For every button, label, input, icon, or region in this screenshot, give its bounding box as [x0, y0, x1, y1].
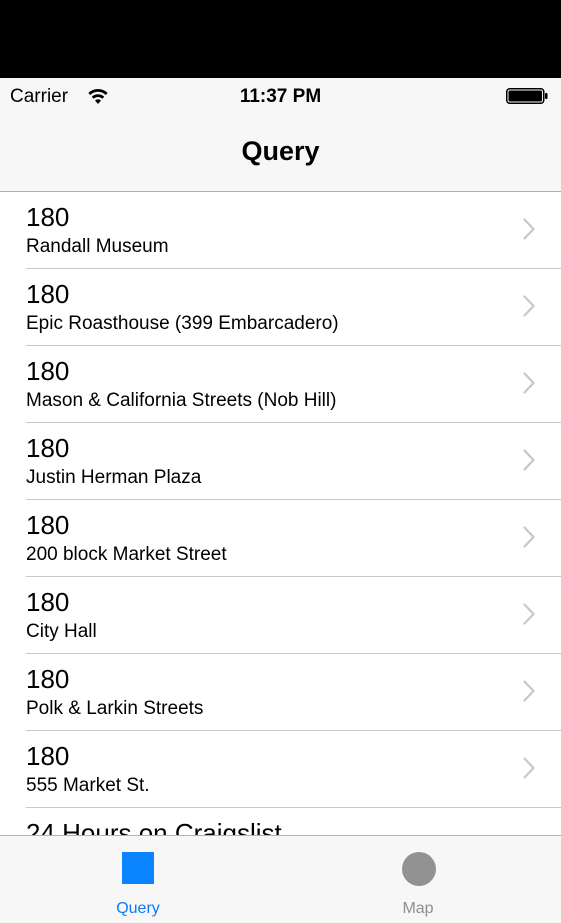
- item-title: 24 Hours on Craigslist: [26, 818, 282, 835]
- circle-icon: [402, 852, 436, 886]
- tab-query[interactable]: Query: [0, 836, 280, 923]
- list-item[interactable]: 180 City Hall: [26, 577, 561, 654]
- item-title: 180: [26, 587, 70, 617]
- item-title: 180: [26, 202, 70, 232]
- item-title: 180: [26, 433, 70, 463]
- item-subtitle: 555 Market St.: [26, 775, 150, 796]
- item-subtitle: 200 block Market Street: [26, 544, 227, 565]
- tab-map[interactable]: Map: [280, 836, 560, 923]
- chevron-right-icon: [523, 295, 535, 317]
- app-window: Carrier 11:37 PM Query 180 Randall Museu…: [0, 78, 561, 923]
- list-item[interactable]: 180 Justin Herman Plaza: [26, 423, 561, 500]
- item-title: 180: [26, 356, 70, 386]
- item-subtitle: Mason & California Streets (Nob Hill): [26, 390, 337, 411]
- item-title: 180: [26, 279, 70, 309]
- tab-label: Map: [402, 900, 434, 917]
- chevron-right-icon: [523, 603, 535, 625]
- item-title: 180: [26, 664, 70, 694]
- chevron-right-icon: [523, 757, 535, 779]
- tab-label: Query: [116, 900, 160, 917]
- item-subtitle: Polk & Larkin Streets: [26, 698, 204, 719]
- chevron-right-icon: [523, 372, 535, 394]
- chevron-right-icon: [523, 449, 535, 471]
- list-item[interactable]: 180 Epic Roasthouse (399 Embarcadero): [26, 269, 561, 346]
- status-bar: Carrier 11:37 PM: [0, 78, 561, 116]
- item-title: 180: [26, 510, 70, 540]
- screen: Carrier 11:37 PM Query 180 Randall Museu…: [0, 0, 561, 923]
- navigation-bar: Query: [0, 116, 561, 192]
- item-title: 180: [26, 741, 70, 771]
- battery-icon: [506, 88, 548, 104]
- status-time: 11:37 PM: [239, 86, 322, 107]
- list-item[interactable]: 24 Hours on Craigslist: [26, 808, 561, 835]
- tab-bar: Query Map: [0, 835, 561, 923]
- item-subtitle: Justin Herman Plaza: [26, 467, 202, 488]
- chevron-right-icon: [523, 680, 535, 702]
- list-item[interactable]: 180 200 block Market Street: [26, 500, 561, 577]
- results-list[interactable]: 180 Randall Museum 180 Epic Roasthouse (…: [0, 192, 561, 835]
- chevron-right-icon: [523, 526, 535, 548]
- list-item[interactable]: 180 555 Market St.: [26, 731, 561, 808]
- item-subtitle: City Hall: [26, 621, 97, 642]
- list-item[interactable]: 180 Randall Museum: [26, 192, 561, 269]
- list-item[interactable]: 180 Mason & California Streets (Nob Hill…: [26, 346, 561, 423]
- list-item[interactable]: 180 Polk & Larkin Streets: [26, 654, 561, 731]
- item-subtitle: Epic Roasthouse (399 Embarcadero): [26, 313, 339, 334]
- chevron-right-icon: [523, 218, 535, 240]
- item-subtitle: Randall Museum: [26, 236, 169, 257]
- square-icon: [122, 852, 154, 884]
- page-title: Query: [241, 136, 320, 166]
